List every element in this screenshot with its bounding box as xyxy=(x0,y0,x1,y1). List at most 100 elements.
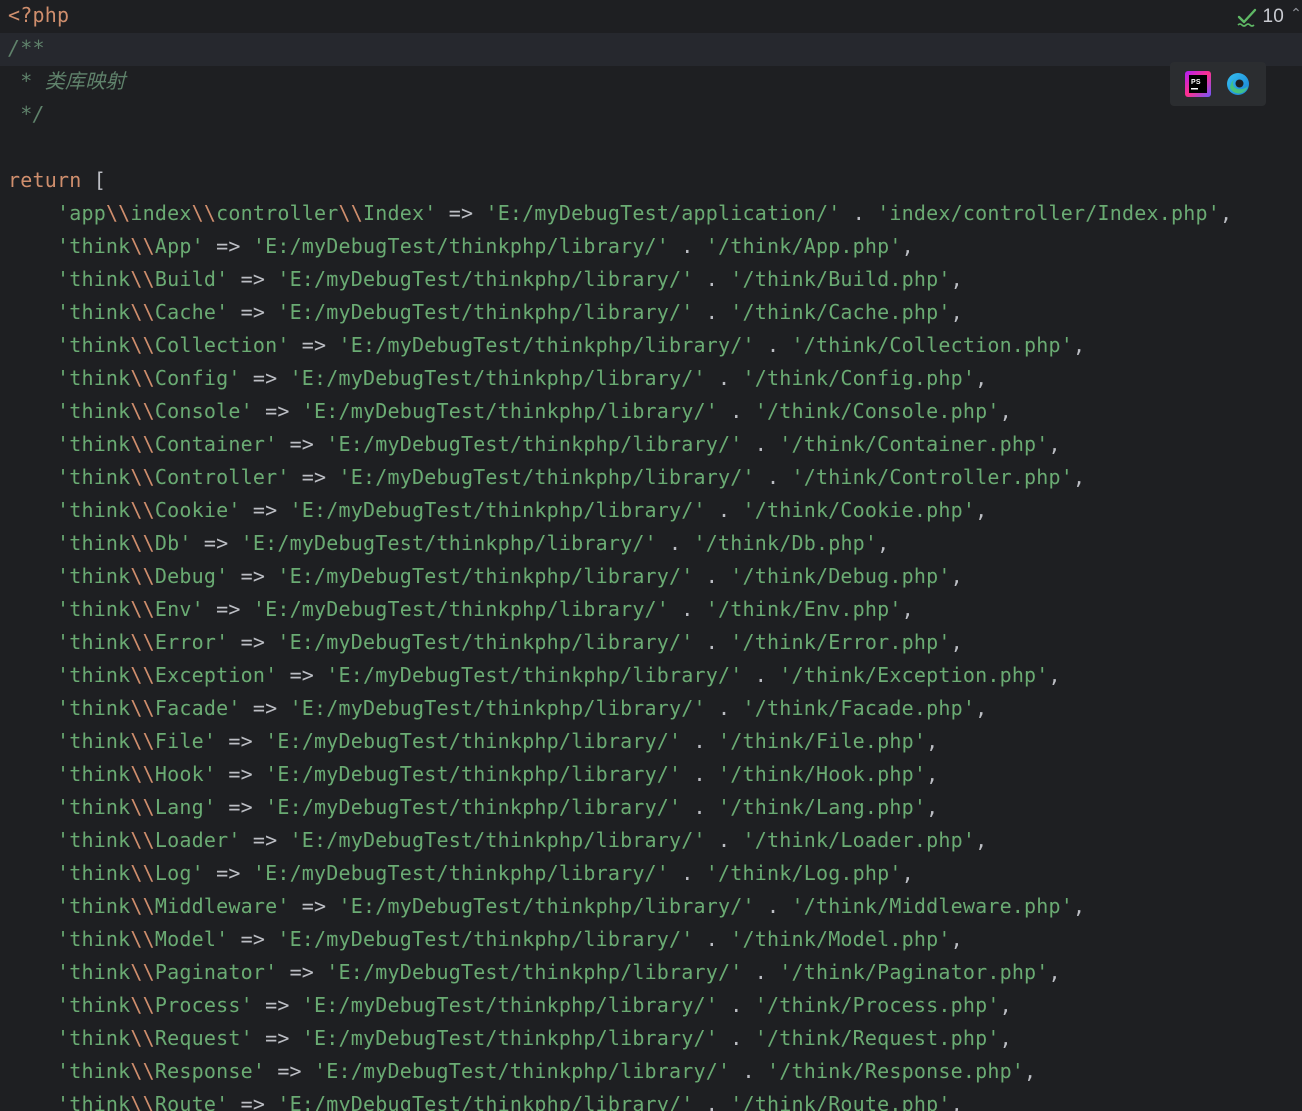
array-key: 'think\\Middleware' xyxy=(56,894,290,918)
code-line[interactable]: 'think\\Lang' => 'E:/myDebugTest/thinkph… xyxy=(8,792,938,825)
chevron-up-icon[interactable]: ⌃ xyxy=(1290,6,1302,22)
file-path: '/think/Env.php' xyxy=(705,597,902,621)
file-path: '/think/Controller.php' xyxy=(791,465,1074,489)
base-path: 'E:/myDebugTest/thinkphp/library/' xyxy=(301,1026,719,1050)
base-path: 'E:/myDebugTest/thinkphp/library/' xyxy=(301,993,719,1017)
base-path: 'E:/myDebugTest/thinkphp/library/' xyxy=(277,564,694,588)
code-line[interactable]: 'think\\Model' => 'E:/myDebugTest/thinkp… xyxy=(8,924,963,957)
code-line[interactable]: 'think\\Paginator' => 'E:/myDebugTest/th… xyxy=(8,957,1061,990)
file-path: '/think/Error.php' xyxy=(730,630,951,654)
array-key: 'think\\Facade' xyxy=(56,696,241,720)
array-key: 'think\\File' xyxy=(56,729,217,753)
phpstorm-icon[interactable]: PS xyxy=(1184,71,1211,97)
array-key: 'think\\Console' xyxy=(56,399,253,423)
array-key: 'think\\Cache' xyxy=(56,300,229,324)
code-line[interactable]: 'think\\Config' => 'E:/myDebugTest/think… xyxy=(8,363,987,396)
file-path: '/think/Log.php' xyxy=(705,861,902,885)
base-path: 'E:/myDebugTest/thinkphp/library/' xyxy=(289,498,706,522)
file-path: '/think/Process.php' xyxy=(754,993,1000,1017)
array-key: 'think\\Hook' xyxy=(56,762,217,786)
file-path: '/think/Config.php' xyxy=(742,366,976,390)
code-line[interactable]: 'think\\Process' => 'E:/myDebugTest/thin… xyxy=(8,990,1012,1023)
doc-comment: */ xyxy=(8,102,45,126)
code-line[interactable]: 'think\\File' => 'E:/myDebugTest/thinkph… xyxy=(8,726,938,759)
base-path: 'E:/myDebugTest/thinkphp/library/' xyxy=(252,861,670,885)
code-line[interactable]: 'think\\Log' => 'E:/myDebugTest/thinkphp… xyxy=(8,858,914,891)
array-key: 'think\\Response' xyxy=(56,1059,266,1083)
inspection-widget[interactable]: 10 xyxy=(1236,4,1284,30)
code-line[interactable]: <?php xyxy=(8,0,69,33)
code-line[interactable]: 'think\\Container' => 'E:/myDebugTest/th… xyxy=(8,429,1061,462)
array-key: 'think\\Env' xyxy=(56,597,204,621)
code-line[interactable]: 'think\\Debug' => 'E:/myDebugTest/thinkp… xyxy=(8,561,963,594)
array-key: 'think\\Lang' xyxy=(56,795,217,819)
code-line[interactable]: 'think\\Loader' => 'E:/myDebugTest/think… xyxy=(8,825,987,858)
edge-icon[interactable] xyxy=(1225,71,1251,97)
file-path: '/think/File.php' xyxy=(718,729,927,753)
base-path: 'E:/myDebugTest/thinkphp/library/' xyxy=(252,234,670,258)
array-key: 'think\\Process' xyxy=(56,993,253,1017)
file-path: '/think/Response.php' xyxy=(766,1059,1025,1083)
code-line[interactable]: 'think\\Middleware' => 'E:/myDebugTest/t… xyxy=(8,891,1085,924)
base-path: 'E:/myDebugTest/thinkphp/library/' xyxy=(265,795,682,819)
file-path: '/think/Container.php' xyxy=(779,432,1049,456)
code-line[interactable]: 'app\\index\\controller\\Index' => 'E:/m… xyxy=(8,198,1232,231)
code-line[interactable]: 'think\\Hook' => 'E:/myDebugTest/thinkph… xyxy=(8,759,938,792)
code-line[interactable]: 'think\\Facade' => 'E:/myDebugTest/think… xyxy=(8,693,987,726)
file-path: 'index/controller/Index.php' xyxy=(877,201,1220,225)
array-key: 'app\\index\\controller\\Index' xyxy=(56,201,437,225)
php-open-tag: <?php xyxy=(8,3,70,27)
array-key: 'think\\Collection' xyxy=(56,333,290,357)
array-key: 'think\\Cookie' xyxy=(56,498,241,522)
phpstorm-icon-label: PS xyxy=(1191,79,1201,86)
code-line[interactable]: /** xyxy=(0,33,1302,66)
base-path: 'E:/myDebugTest/thinkphp/library/' xyxy=(240,531,657,555)
code-line[interactable]: 'think\\Db' => 'E:/myDebugTest/thinkphp/… xyxy=(8,528,889,561)
base-path: 'E:/myDebugTest/thinkphp/library/' xyxy=(301,399,719,423)
code-line[interactable]: 'think\\Exception' => 'E:/myDebugTest/th… xyxy=(8,660,1061,693)
code-line[interactable]: 'think\\Console' => 'E:/myDebugTest/thin… xyxy=(8,396,1012,429)
file-path: '/think/Cookie.php' xyxy=(742,498,976,522)
check-icon xyxy=(1237,8,1257,27)
base-path: 'E:/myDebugTest/thinkphp/library/' xyxy=(277,927,694,951)
base-path: 'E:/myDebugTest/thinkphp/library/' xyxy=(338,333,755,357)
array-key: 'think\\Loader' xyxy=(56,828,241,852)
code-line[interactable]: return [ xyxy=(8,165,106,198)
code-line[interactable]: 'think\\Response' => 'E:/myDebugTest/thi… xyxy=(8,1056,1036,1089)
file-path: '/think/Facade.php' xyxy=(742,696,976,720)
array-key: 'think\\Container' xyxy=(56,432,278,456)
base-path: 'E:/myDebugTest/thinkphp/library/' xyxy=(338,894,755,918)
code-editor[interactable]: <?php /** * 类库映射 */ return [ 'app\\index\\… xyxy=(0,0,1302,1111)
doc-comment: * 类库映射 xyxy=(8,69,126,93)
code-line[interactable]: */ xyxy=(8,99,45,132)
array-key: 'think\\Paginator' xyxy=(56,960,278,984)
code-line[interactable]: 'think\\Route' => 'E:/myDebugTest/thinkp… xyxy=(8,1089,963,1111)
code-line[interactable]: * 类库映射 xyxy=(8,66,126,99)
base-path: 'E:/myDebugTest/thinkphp/library/' xyxy=(326,432,743,456)
base-path: 'E:/myDebugTest/thinkphp/library/' xyxy=(265,762,682,786)
array-key: 'think\\Controller' xyxy=(56,465,290,489)
base-path: 'E:/myDebugTest/thinkphp/library/' xyxy=(277,630,694,654)
inspection-count: 10 xyxy=(1262,6,1284,27)
code-line[interactable]: 'think\\Request' => 'E:/myDebugTest/thin… xyxy=(8,1023,1012,1056)
base-path: 'E:/myDebugTest/thinkphp/library/' xyxy=(289,366,706,390)
base-path: 'E:/myDebugTest/thinkphp/library/' xyxy=(314,1059,731,1083)
file-path: '/think/Collection.php' xyxy=(791,333,1074,357)
code-line[interactable]: 'think\\Build' => 'E:/myDebugTest/thinkp… xyxy=(8,264,963,297)
code-line[interactable]: 'think\\Controller' => 'E:/myDebugTest/t… xyxy=(8,462,1085,495)
code-line[interactable]: 'think\\Cache' => 'E:/myDebugTest/thinkp… xyxy=(8,297,963,330)
code-line[interactable]: 'think\\App' => 'E:/myDebugTest/thinkphp… xyxy=(8,231,914,264)
code-line[interactable]: 'think\\Cookie' => 'E:/myDebugTest/think… xyxy=(8,495,987,528)
code-line[interactable]: 'think\\Env' => 'E:/myDebugTest/thinkphp… xyxy=(8,594,914,627)
base-path: 'E:/myDebugTest/thinkphp/library/' xyxy=(277,300,694,324)
base-path: 'E:/myDebugTest/thinkphp/library/' xyxy=(265,729,682,753)
file-path: '/think/Model.php' xyxy=(730,927,951,951)
browser-popup: PS xyxy=(1170,62,1266,106)
code-line[interactable]: 'think\\Collection' => 'E:/myDebugTest/t… xyxy=(8,330,1085,363)
file-path: '/think/Hook.php' xyxy=(718,762,927,786)
array-key: 'think\\Db' xyxy=(56,531,192,555)
array-key: 'think\\Config' xyxy=(56,366,241,390)
array-key: 'think\\Exception' xyxy=(56,663,278,687)
array-key: 'think\\Debug' xyxy=(56,564,229,588)
code-line[interactable]: 'think\\Error' => 'E:/myDebugTest/thinkp… xyxy=(8,627,963,660)
